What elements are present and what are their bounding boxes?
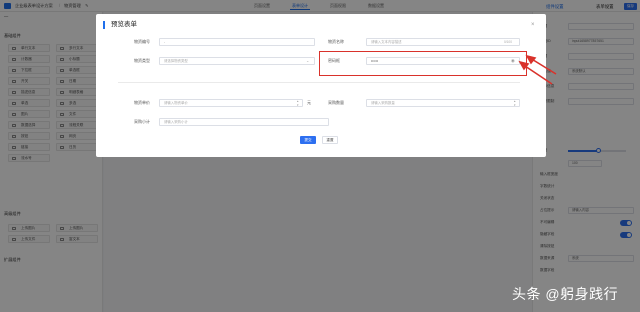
submit-button[interactable]: 提交	[300, 136, 316, 144]
stepper-icon[interactable]: ▴ ▾	[514, 99, 516, 107]
close-icon[interactable]: ×	[531, 21, 535, 29]
annotation-highlight-box	[319, 51, 527, 76]
price-input[interactable]: 请输入物资单价	[159, 99, 303, 107]
chevron-down-icon: ⌄	[306, 58, 310, 63]
name-label: 物资名称	[328, 39, 344, 44]
annotation-arrows-icon	[518, 54, 557, 85]
qty-input[interactable]: 请输入采购数量	[366, 99, 520, 107]
price-label: 物资单价	[134, 100, 150, 105]
section-divider	[118, 82, 520, 83]
qty-label: 采购数量	[328, 100, 344, 105]
reset-button[interactable]: 重置	[322, 136, 338, 144]
stepper-icon[interactable]: ▴ ▾	[297, 99, 299, 107]
type-select[interactable]: 请选择物资类型	[159, 57, 315, 65]
code-label: 物资编号	[134, 39, 150, 44]
subtotal-label: 采购小计	[134, 119, 150, 124]
name-counter: 0/100	[504, 40, 512, 44]
code-input[interactable]: -	[159, 38, 315, 46]
type-label: 物资类型	[134, 58, 150, 63]
subtotal-input[interactable]: 请输入采购小计	[159, 118, 329, 126]
modal-title-accent	[103, 21, 105, 29]
price-unit: 元	[307, 100, 311, 105]
watermark: 头条 @躬身践行	[512, 286, 619, 302]
name-input[interactable]: 请输入文本内容描述	[366, 38, 520, 46]
preview-modal	[96, 14, 546, 157]
modal-title: 预览表单	[111, 21, 137, 28]
